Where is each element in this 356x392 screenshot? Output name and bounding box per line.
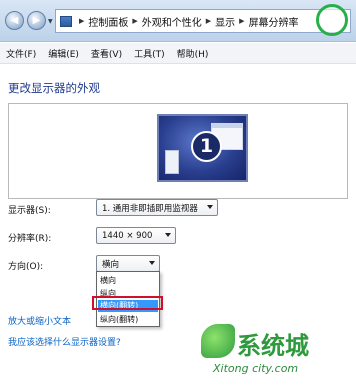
menu-file[interactable]: 文件(F) xyxy=(6,47,36,60)
watermark-url: Xitong city.com xyxy=(213,362,299,375)
chevron-right-icon[interactable]: ▶ xyxy=(206,17,211,25)
display-select[interactable]: 1. 通用非即插即用监视器 xyxy=(96,199,218,216)
text-size-link[interactable]: 放大或缩小文本 xyxy=(8,314,71,327)
arrow-right-icon: ▶ xyxy=(32,15,41,26)
chevron-right-icon[interactable]: ▶ xyxy=(132,17,137,25)
watermark-brand: 系统城 xyxy=(237,332,309,360)
option-portrait-flipped[interactable]: 纵向(翻转) xyxy=(100,314,138,325)
orientation-label: 方向(O): xyxy=(8,262,44,272)
breadcrumb-appearance[interactable]: 外观和个性化 xyxy=(142,14,202,29)
breadcrumb-screen-resolution[interactable]: 屏幕分辨率 xyxy=(249,14,299,29)
history-dropdown-icon[interactable]: ▼ xyxy=(48,18,53,25)
display-settings-help-link[interactable]: 我应该选择什么显示器设置? xyxy=(8,335,121,348)
orientation-select-value: 横向 xyxy=(102,259,120,270)
dropdown-arrow-icon xyxy=(149,261,155,265)
display-select-value: 1. 通用非即插即用监视器 xyxy=(102,203,198,214)
monitor-1[interactable]: 1 xyxy=(157,114,248,182)
forward-button[interactable]: ▶ xyxy=(27,11,46,30)
menu-help[interactable]: 帮助(H) xyxy=(177,47,209,60)
page-title: 更改显示器的外观 xyxy=(8,81,100,95)
orientation-select[interactable]: 横向 xyxy=(96,255,160,272)
menu-edit[interactable]: 编辑(E) xyxy=(48,47,79,60)
menu-bar: 文件(F) 编辑(E) 查看(V) 工具(T) 帮助(H) xyxy=(0,43,356,64)
window-thumbnail xyxy=(165,150,179,174)
watermark-leaf-icon xyxy=(199,322,237,360)
option-landscape[interactable]: 横向 xyxy=(100,275,116,286)
chevron-right-icon[interactable]: ▶ xyxy=(79,17,84,25)
resolution-label: 分辨率(R): xyxy=(8,234,52,244)
breadcrumb-control-panel[interactable]: 控制面板 xyxy=(88,14,128,29)
back-button[interactable]: ◀ xyxy=(5,11,24,30)
highlight-annotation-box xyxy=(92,296,163,310)
resolution-select-value: 1440 × 900 xyxy=(102,230,153,241)
resolution-select[interactable]: 1440 × 900 xyxy=(96,227,176,244)
menu-view[interactable]: 查看(V) xyxy=(91,47,122,60)
dropdown-arrow-icon xyxy=(207,205,213,209)
menu-tools[interactable]: 工具(T) xyxy=(134,47,165,60)
address-bar: ◀ ▶ ▼ ▶ 控制面板 ▶ 外观和个性化 ▶ 显示 ▶ 屏幕分辨率 xyxy=(0,0,356,42)
chevron-right-icon[interactable]: ▶ xyxy=(239,17,244,25)
arrow-left-icon: ◀ xyxy=(10,15,19,26)
breadcrumb[interactable]: ▶ 控制面板 ▶ 外观和个性化 ▶ 显示 ▶ 屏幕分辨率 xyxy=(55,9,351,33)
breadcrumb-display[interactable]: 显示 xyxy=(215,14,235,29)
watermark-logo-icon xyxy=(316,4,348,36)
control-panel-icon xyxy=(60,15,72,27)
dropdown-arrow-icon xyxy=(165,233,171,237)
display-label: 显示器(S): xyxy=(8,206,51,216)
monitor-number-badge: 1 xyxy=(191,131,222,162)
